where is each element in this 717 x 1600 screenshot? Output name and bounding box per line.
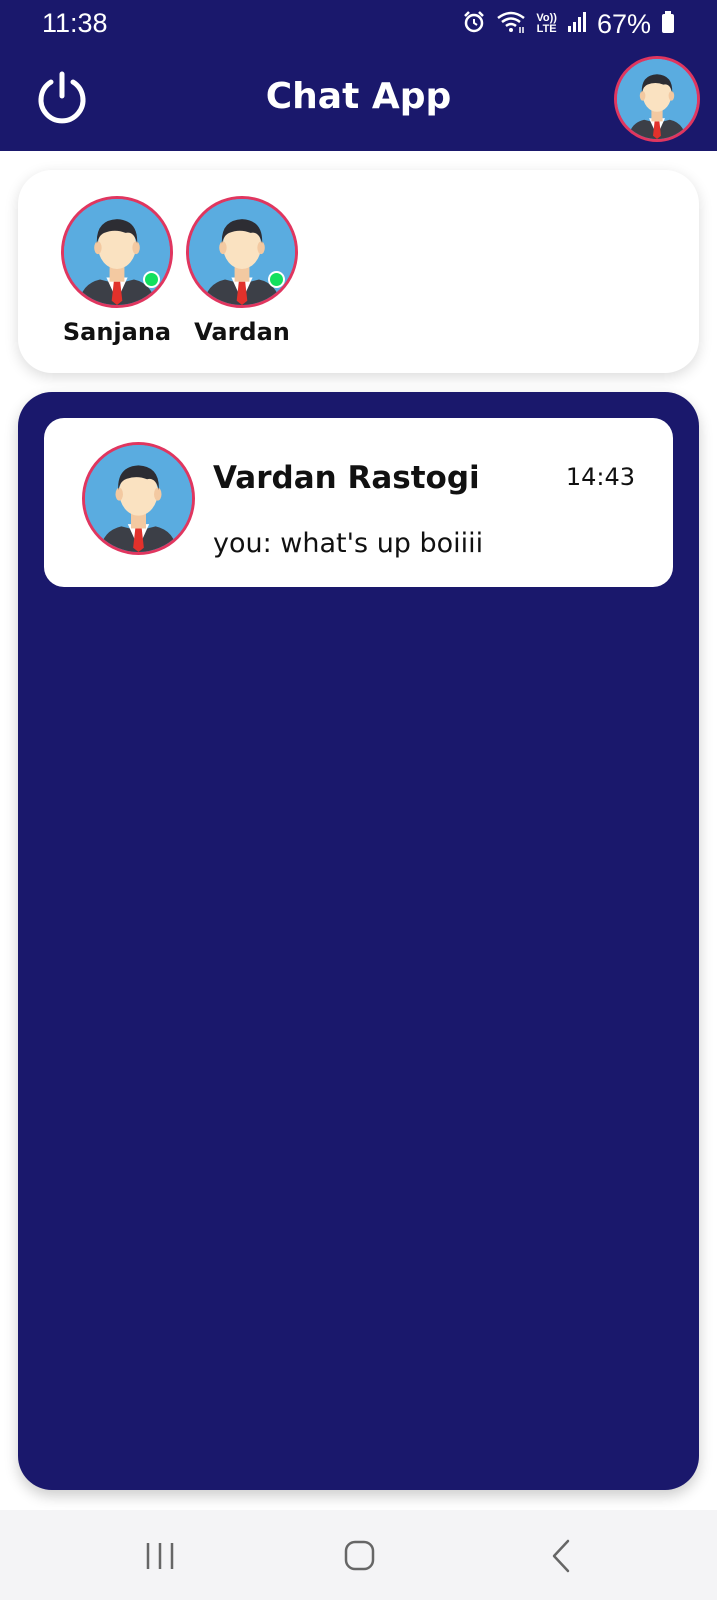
signal-icon xyxy=(567,11,587,38)
online-user-sanjana[interactable]: Sanjana xyxy=(57,196,177,346)
online-status-dot xyxy=(143,271,160,288)
online-user-vardan[interactable]: Vardan xyxy=(182,196,302,346)
online-user-name: Sanjana xyxy=(62,318,172,346)
chat-contact-name: Vardan Rastogi xyxy=(213,460,480,496)
recent-apps-icon xyxy=(146,1543,174,1569)
recent-apps-button[interactable] xyxy=(135,1534,185,1578)
avatar-image xyxy=(85,445,192,552)
home-icon xyxy=(344,1540,375,1571)
status-icons: Vo)) LTE 67% xyxy=(462,8,675,40)
home-button[interactable] xyxy=(334,1534,384,1578)
battery-percent: 67% xyxy=(596,8,651,39)
chat-last-message: you: what's up boiiii xyxy=(213,528,484,559)
page-title: Chat App xyxy=(265,76,452,117)
profile-avatar-button[interactable] xyxy=(614,56,700,142)
online-user-name: Vardan xyxy=(194,318,290,346)
chat-list-panel: Vardan Rastogi 14:43 you: what's up boii… xyxy=(18,392,699,1490)
app-bar: Chat App xyxy=(0,48,717,151)
wifi-icon xyxy=(496,10,526,39)
avatar xyxy=(186,196,298,308)
system-nav-bar xyxy=(0,1510,717,1600)
avatar xyxy=(617,59,697,139)
avatar xyxy=(82,442,195,555)
volte-icon: Vo)) LTE xyxy=(536,13,557,35)
chat-timestamp: 14:43 xyxy=(565,463,635,491)
chat-list-item[interactable]: Vardan Rastogi 14:43 you: what's up boii… xyxy=(44,418,673,587)
avatar-image xyxy=(189,199,295,305)
avatar-image xyxy=(64,199,170,305)
alarm-icon xyxy=(462,10,486,39)
status-bar: 11:38 Vo)) LTE 67% xyxy=(0,0,717,48)
volte-label-bottom: LTE xyxy=(536,23,557,35)
back-button[interactable] xyxy=(537,1534,587,1578)
online-users-card: Sanjana Vardan xyxy=(18,170,699,373)
online-status-dot xyxy=(268,271,285,288)
status-time: 11:38 xyxy=(42,8,108,38)
battery-icon xyxy=(661,10,675,39)
avatar xyxy=(61,196,173,308)
back-icon xyxy=(552,1539,570,1573)
